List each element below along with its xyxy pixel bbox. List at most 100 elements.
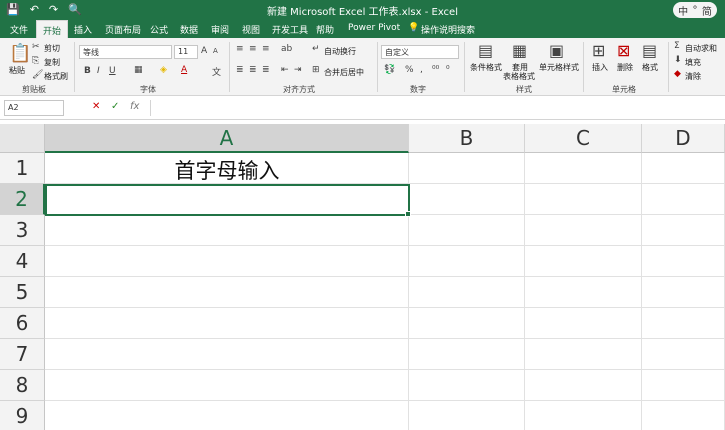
- cell-b3[interactable]: [409, 215, 525, 246]
- clear-icon[interactable]: ◆: [674, 69, 681, 79]
- tab-formulas[interactable]: 公式: [150, 23, 168, 36]
- fill-button[interactable]: 填充: [685, 57, 701, 68]
- insert-cells-button[interactable]: 插入: [592, 62, 608, 73]
- format-painter-button[interactable]: 格式刷: [44, 71, 68, 82]
- grow-font-button[interactable]: A: [201, 46, 207, 56]
- formula-input[interactable]: [150, 100, 725, 116]
- format-as-table-icon[interactable]: ▦: [512, 41, 527, 60]
- row-header-5[interactable]: 5: [0, 277, 45, 308]
- cell-d7[interactable]: [642, 339, 725, 370]
- font-name-select[interactable]: 等线: [79, 45, 172, 59]
- align-right-icon[interactable]: ≣: [262, 65, 270, 75]
- wrap-text-button[interactable]: 自动换行: [324, 46, 356, 57]
- tab-developer[interactable]: 开发工具: [272, 23, 308, 36]
- cell-a9[interactable]: [45, 401, 409, 430]
- cell-c4[interactable]: [525, 246, 642, 277]
- tab-file[interactable]: 文件: [10, 23, 28, 36]
- cell-styles-icon[interactable]: ▣: [549, 41, 564, 60]
- cancel-icon[interactable]: ✕: [92, 101, 100, 112]
- bold-button[interactable]: B: [84, 66, 91, 76]
- cell-b6[interactable]: [409, 308, 525, 339]
- select-all-corner[interactable]: [0, 124, 45, 153]
- name-box[interactable]: A2: [4, 100, 64, 116]
- insert-function-icon[interactable]: fx: [130, 101, 139, 112]
- cell-d6[interactable]: [642, 308, 725, 339]
- cell-d9[interactable]: [642, 401, 725, 430]
- conditional-format-button[interactable]: 条件格式: [470, 62, 502, 73]
- tab-help[interactable]: 帮助: [316, 23, 334, 36]
- tab-power-pivot[interactable]: Power Pivot: [348, 23, 400, 33]
- phonetic-icon[interactable]: 文: [212, 65, 221, 78]
- row-header-1[interactable]: 1: [0, 153, 45, 184]
- cell-a5[interactable]: [45, 277, 409, 308]
- delete-cells-icon[interactable]: ⊠: [617, 41, 630, 60]
- cell-a8[interactable]: [45, 370, 409, 401]
- cell-c5[interactable]: [525, 277, 642, 308]
- format-painter-icon[interactable]: 🖌: [32, 70, 43, 80]
- align-center-icon[interactable]: ≣: [249, 65, 257, 75]
- fill-handle[interactable]: [405, 211, 411, 217]
- autosum-button[interactable]: 自动求和: [685, 43, 717, 54]
- row-header-6[interactable]: 6: [0, 308, 45, 339]
- align-left-icon[interactable]: ≣: [236, 65, 244, 75]
- cell-c3[interactable]: [525, 215, 642, 246]
- cell-d8[interactable]: [642, 370, 725, 401]
- comma-button[interactable]: ,: [420, 65, 423, 75]
- cell-c1[interactable]: [525, 153, 642, 184]
- align-top-icon[interactable]: ≡: [236, 44, 244, 54]
- cell-b7[interactable]: [409, 339, 525, 370]
- enter-icon[interactable]: ✓: [111, 101, 119, 112]
- cell-c2[interactable]: [525, 184, 642, 215]
- cell-d5[interactable]: [642, 277, 725, 308]
- font-size-select[interactable]: 11: [174, 45, 198, 59]
- cell-c8[interactable]: [525, 370, 642, 401]
- copy-icon[interactable]: ⎘: [32, 56, 39, 66]
- cell-a1[interactable]: 首字母输入: [46, 154, 408, 185]
- italic-button[interactable]: I: [97, 66, 100, 76]
- align-bottom-icon[interactable]: ≡: [262, 44, 270, 54]
- cell-d1[interactable]: [642, 153, 725, 184]
- tab-page-layout[interactable]: 页面布局: [105, 23, 141, 36]
- cell-c6[interactable]: [525, 308, 642, 339]
- cell-a6[interactable]: [45, 308, 409, 339]
- border-icon[interactable]: ▦: [134, 65, 143, 75]
- cell-d3[interactable]: [642, 215, 725, 246]
- cell-b8[interactable]: [409, 370, 525, 401]
- row-header-4[interactable]: 4: [0, 246, 45, 277]
- font-color-icon[interactable]: A: [181, 65, 187, 75]
- copy-button[interactable]: 复制: [44, 57, 60, 68]
- indent-icon[interactable]: ⇤: [281, 65, 289, 75]
- insert-cells-icon[interactable]: ⊞: [592, 41, 605, 60]
- tab-view[interactable]: 视图: [242, 23, 260, 36]
- column-header-a[interactable]: A: [45, 124, 409, 153]
- ime-indicator[interactable]: 中 ° 简: [673, 2, 717, 18]
- decrease-decimal-icon[interactable]: ⁰: [446, 65, 450, 75]
- cell-b4[interactable]: [409, 246, 525, 277]
- conditional-format-icon[interactable]: ▤: [478, 41, 493, 60]
- cell-b5[interactable]: [409, 277, 525, 308]
- column-header-b[interactable]: B: [409, 124, 525, 153]
- cell-b2[interactable]: [409, 184, 525, 215]
- cell-d4[interactable]: [642, 246, 725, 277]
- active-cell-a2[interactable]: [45, 184, 410, 216]
- cell-a4[interactable]: [45, 246, 409, 277]
- delete-cells-button[interactable]: 删除: [617, 62, 633, 73]
- outdent-icon[interactable]: ⇥: [294, 65, 302, 75]
- cell-c9[interactable]: [525, 401, 642, 430]
- shrink-font-button[interactable]: A: [213, 47, 218, 55]
- tab-review[interactable]: 审阅: [211, 23, 229, 36]
- cell-b9[interactable]: [409, 401, 525, 430]
- row-header-9[interactable]: 9: [0, 401, 45, 430]
- row-header-2[interactable]: 2: [0, 184, 45, 215]
- cell-a7[interactable]: [45, 339, 409, 370]
- row-header-3[interactable]: 3: [0, 215, 45, 246]
- currency-icon[interactable]: 💱: [384, 65, 395, 75]
- tab-insert[interactable]: 插入: [74, 23, 92, 36]
- cut-button[interactable]: 剪切: [44, 43, 60, 54]
- paste-button[interactable]: 粘贴: [9, 65, 25, 76]
- percent-button[interactable]: %: [405, 65, 414, 75]
- cell-b1[interactable]: [409, 153, 525, 184]
- format-cells-icon[interactable]: ▤: [642, 41, 657, 60]
- fill-icon[interactable]: ⬇: [674, 55, 682, 65]
- paste-icon[interactable]: 📋: [9, 43, 31, 64]
